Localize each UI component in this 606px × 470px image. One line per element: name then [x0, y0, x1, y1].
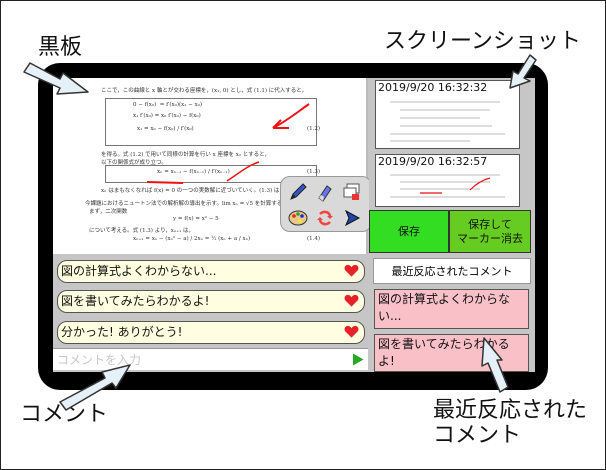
heart-icon[interactable] [344, 294, 359, 308]
comment-item[interactable]: 図の計算式よくわからない... [57, 260, 365, 283]
screenshot-timestamp: 2019/9/20 16:32:57 [378, 155, 488, 168]
comment-input[interactable] [53, 350, 343, 370]
comment-item[interactable]: 図を書いてみたらわかるよ! [57, 290, 365, 313]
rotate-arrows-icon[interactable] [314, 207, 336, 229]
callout-screenshot: スクリーンショット [384, 29, 581, 54]
recent-comment-item[interactable]: 図を書いてみたらわかるよ! [374, 334, 529, 372]
screenshot-timestamp: 2019/9/20 16:32:32 [378, 81, 488, 94]
screenshot-thumbnail-1[interactable]: 2019/9/20 16:32:32 [375, 80, 520, 149]
comment-text: 分かった! ありがとう! [61, 325, 183, 339]
screenshot-thumbnail-2[interactable]: 2019/9/20 16:32:57 [375, 154, 520, 207]
comment-text: 図の計算式よくわからない... [61, 264, 217, 278]
callout-comment: コメント [20, 402, 109, 427]
marker-tool-icon[interactable] [314, 181, 336, 203]
color-palette-icon[interactable] [287, 207, 309, 229]
screenshot-preview [380, 170, 515, 204]
callout-blackboard: 黒板 [38, 35, 83, 60]
pointer-arrow-icon[interactable] [341, 207, 363, 229]
save-clear-markers-button[interactable]: 保存して マーカー消去 [449, 210, 531, 253]
screenshot-stack-icon[interactable] [341, 181, 363, 203]
heart-icon[interactable] [344, 325, 359, 339]
drawing-toolbar [280, 176, 372, 232]
right-panel: 2019/9/20 16:32:32 2019/9/20 16:32:57 保存… [369, 78, 535, 372]
recent-comment-item[interactable]: 図の計算式よくわからない... [374, 289, 529, 329]
comment-item[interactable]: 分かった! ありがとう! [57, 321, 365, 344]
save-button[interactable]: 保存 [369, 210, 449, 253]
pen-tool-icon[interactable] [287, 181, 309, 203]
recent-comments-title: 最近反応されたコメント [373, 258, 531, 284]
heart-icon[interactable] [344, 264, 359, 278]
callout-recent: 最近反応された コメント [433, 398, 588, 449]
comment-text: 図を書いてみたらわかるよ! [61, 294, 210, 308]
send-icon[interactable] [352, 353, 364, 366]
app-screen: ここで，この曲線と x 軸とが交わる座標を，(x₁, 0) とし，式 (1.1)… [53, 78, 535, 372]
comment-input-bar [53, 348, 368, 370]
screenshot-preview [380, 96, 515, 146]
